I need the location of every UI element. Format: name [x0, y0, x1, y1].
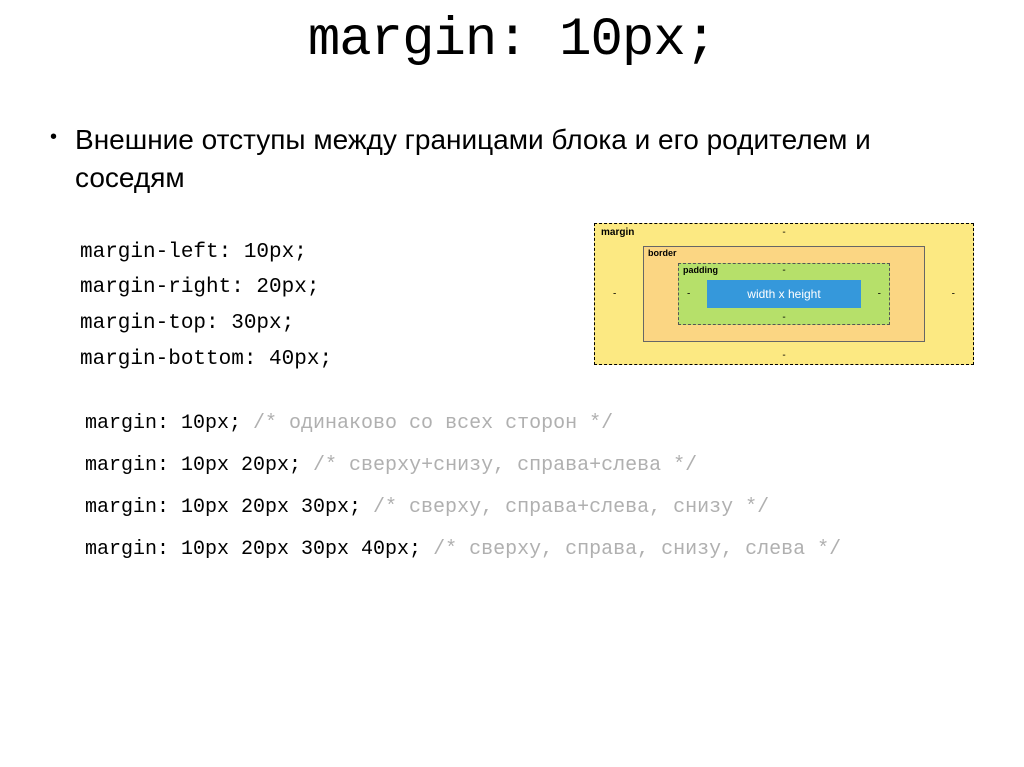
comment-text: /* сверху, справа+слева, снизу */ — [361, 496, 769, 519]
slide-content: margin: 10px; • Внешние отступы между гр… — [0, 0, 1024, 591]
box-model-diagram: MARGIN - - - - BORDER padding - - - - wi… — [594, 223, 974, 365]
dash-icon: - — [782, 227, 785, 238]
code-line-1: margin-left: 10px; — [80, 235, 332, 271]
dash-icon: - — [782, 350, 785, 361]
dash-icon: - — [687, 288, 690, 299]
bullet-icon: • — [50, 127, 57, 147]
code-line-3: margin-top: 30px; — [80, 306, 332, 342]
description-text: Внешние отступы между границами блока и … — [75, 121, 984, 197]
shorthand-line-2: margin: 10px 20px; /* сверху+снизу, спра… — [85, 445, 984, 487]
dash-icon: - — [613, 288, 616, 299]
box-model-content: width x height — [707, 280, 861, 308]
content-row: margin-left: 10px; margin-right: 20px; m… — [40, 235, 984, 378]
dash-icon: - — [952, 288, 955, 299]
box-model-margin: MARGIN - - - - BORDER padding - - - - wi… — [594, 223, 974, 365]
longhand-code: margin-left: 10px; margin-right: 20px; m… — [80, 235, 332, 378]
code-line-2: margin-right: 20px; — [80, 270, 332, 306]
dash-icon: - — [782, 312, 785, 323]
box-model-padding: padding - - - - width x height — [678, 263, 890, 325]
border-label: BORDER — [648, 248, 677, 258]
description-row: • Внешние отступы между границами блока … — [40, 121, 984, 197]
slide-title: margin: 10px; — [40, 10, 984, 71]
padding-label: padding — [683, 265, 718, 275]
shorthand-line-1: margin: 10px; /* одинаково со всех сторо… — [85, 403, 984, 445]
shorthand-line-4: margin: 10px 20px 30px 40px; /* сверху, … — [85, 529, 984, 571]
margin-label: MARGIN — [601, 227, 634, 238]
dash-icon: - — [878, 288, 881, 299]
comment-text: /* сверху+снизу, справа+слева */ — [301, 454, 697, 477]
dash-icon: - — [782, 265, 785, 276]
comment-text: /* одинаково со всех сторон */ — [241, 412, 613, 435]
box-model-border: BORDER padding - - - - width x height — [643, 246, 925, 342]
code-line-4: margin-bottom: 40px; — [80, 342, 332, 378]
comment-text: /* сверху, справа, снизу, слева */ — [421, 538, 841, 561]
shorthand-line-3: margin: 10px 20px 30px; /* сверху, справ… — [85, 487, 984, 529]
shorthand-code: margin: 10px; /* одинаково со всех сторо… — [40, 403, 984, 571]
